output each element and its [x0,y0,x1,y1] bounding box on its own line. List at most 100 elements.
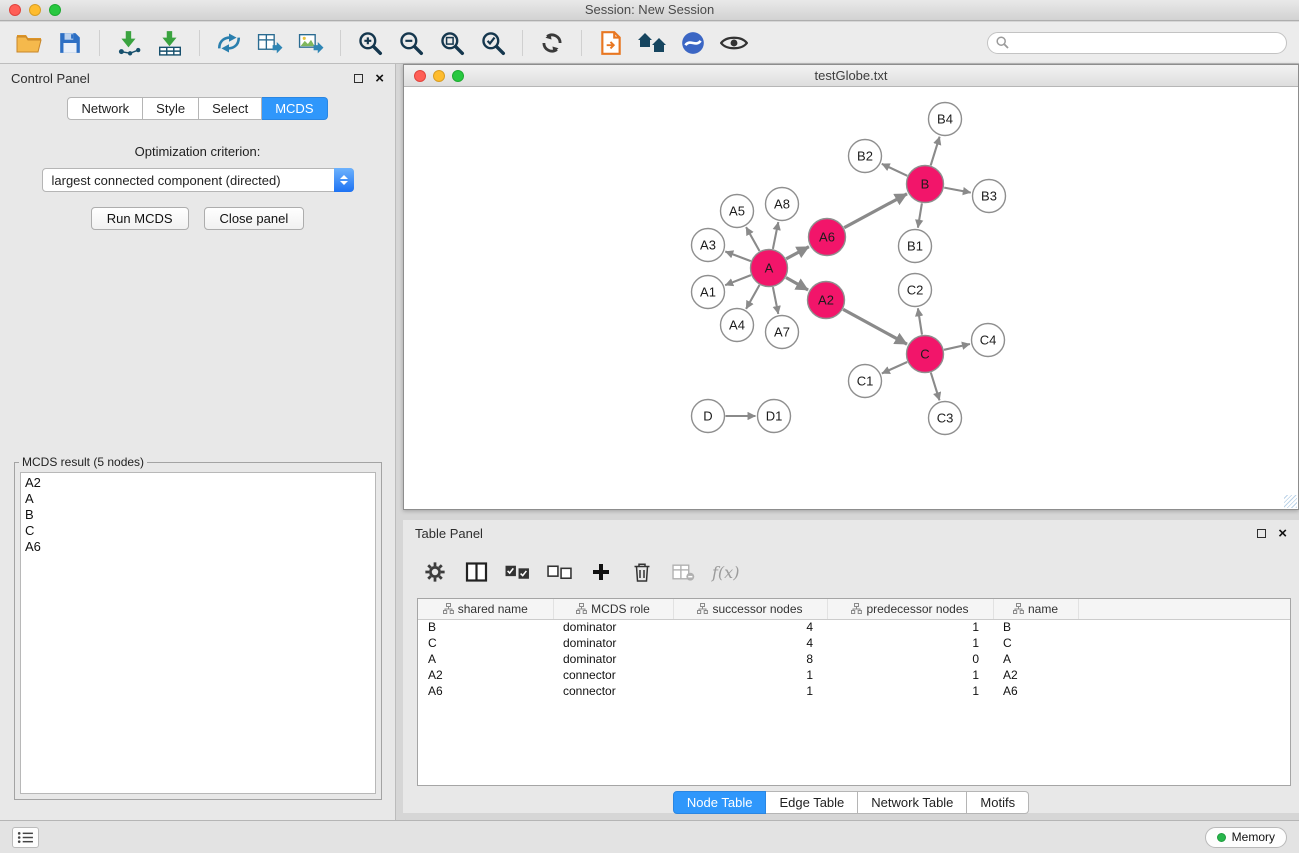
table-cell[interactable]: B [993,619,1078,635]
task-history-button[interactable] [12,827,39,848]
graph-node-D[interactable]: D [692,400,725,433]
graph-edge-A-A4[interactable] [746,285,759,309]
tab-network[interactable]: Network [67,97,143,120]
graph-edge-C-C4[interactable] [944,344,970,350]
table-row[interactable]: Adominator80A [418,651,1290,667]
table-row[interactable]: A6connector11A6 [418,683,1290,699]
graph-node-B3[interactable]: B3 [973,180,1006,213]
zoom-in-icon[interactable] [353,26,387,60]
table-cell[interactable]: 1 [673,683,827,699]
tab-edge-table[interactable]: Edge Table [766,791,858,814]
export-image-icon[interactable] [294,26,328,60]
table-row[interactable]: A2connector11A2 [418,667,1290,683]
graph-node-A3[interactable]: A3 [692,229,725,262]
diffusion-icon[interactable] [676,26,710,60]
import-network-icon[interactable] [112,26,146,60]
resize-grip[interactable] [1284,495,1297,508]
graph-node-A6[interactable]: A6 [809,219,846,256]
column-header-shared-name[interactable]: shared name [418,599,553,619]
graph-node-C3[interactable]: C3 [929,402,962,435]
minimize-window-button[interactable] [29,4,41,16]
graph-edge-C-C2[interactable] [918,308,922,334]
table-cell[interactable]: A2 [418,667,553,683]
table-cell[interactable]: dominator [553,635,673,651]
result-item[interactable]: A6 [25,539,371,555]
column-header-MCDS-role[interactable]: MCDS role [553,599,673,619]
table-cell[interactable]: 1 [673,667,827,683]
close-panel-icon[interactable]: × [375,71,384,86]
tab-mcds[interactable]: MCDS [262,97,327,120]
graph-node-A4[interactable]: A4 [721,309,754,342]
network-close-button[interactable] [414,70,426,82]
graph-node-C4[interactable]: C4 [972,324,1005,357]
graph-edge-B-B4[interactable] [931,137,940,166]
table-cell[interactable]: C [418,635,553,651]
table-cell[interactable]: dominator [553,651,673,667]
table-cell[interactable]: 8 [673,651,827,667]
graph-node-B2[interactable]: B2 [849,140,882,173]
node-table[interactable]: shared nameMCDS rolesuccessor nodesprede… [417,598,1291,786]
zoom-out-icon[interactable] [394,26,428,60]
graph-edge-A-A3[interactable] [725,252,751,262]
table-cell[interactable]: 1 [827,667,993,683]
graph-node-C[interactable]: C [907,336,944,373]
tab-motifs[interactable]: Motifs [967,791,1029,814]
tab-style[interactable]: Style [143,97,199,120]
export-network-icon[interactable] [212,26,246,60]
graph-edge-C-C3[interactable] [931,373,940,401]
table-cell[interactable]: A6 [418,683,553,699]
home-network-icon[interactable] [635,26,669,60]
search-box[interactable] [987,32,1287,54]
table-cell[interactable]: dominator [553,619,673,635]
gear-icon[interactable] [423,558,447,586]
table-cell[interactable]: A [993,651,1078,667]
graph-node-A1[interactable]: A1 [692,276,725,309]
graph-node-D1[interactable]: D1 [758,400,791,433]
zoom-selected-icon[interactable] [476,26,510,60]
table-cell[interactable]: A6 [993,683,1078,699]
graph-edge-C-C1[interactable] [882,362,907,373]
table-cell[interactable]: B [418,619,553,635]
graph-node-B1[interactable]: B1 [899,230,932,263]
graph-edge-A-A8[interactable] [773,222,778,249]
table-cell[interactable]: 0 [827,651,993,667]
float-table-panel-icon[interactable] [1257,529,1266,538]
column-header-predecessor-nodes[interactable]: predecessor nodes [827,599,993,619]
result-item[interactable]: C [25,523,371,539]
table-cell[interactable]: 1 [827,619,993,635]
result-item[interactable]: A2 [25,475,371,491]
table-cell[interactable]: 1 [827,635,993,651]
graph-edge-B-B3[interactable] [944,188,971,193]
table-cell[interactable]: connector [553,683,673,699]
tab-select[interactable]: Select [199,97,262,120]
graph-edge-A-A5[interactable] [746,227,759,251]
close-panel-button[interactable]: Close panel [204,207,305,230]
graph-edge-A2-C[interactable] [843,309,907,344]
graph-edge-A-A7[interactable] [773,287,778,314]
export-table-icon[interactable] [253,26,287,60]
graph-node-A7[interactable]: A7 [766,316,799,349]
run-mcds-button[interactable]: Run MCDS [91,207,189,230]
zoom-fit-icon[interactable] [435,26,469,60]
graph-edge-A-A6[interactable] [786,247,809,259]
eye-icon[interactable] [717,26,751,60]
float-panel-icon[interactable] [354,74,363,83]
open-file-icon[interactable] [12,26,46,60]
add-icon[interactable] [589,558,613,586]
refresh-icon[interactable] [535,26,569,60]
graph-node-B[interactable]: B [907,166,944,203]
save-session-icon[interactable] [53,26,87,60]
network-canvas[interactable]: AA1A2A3A4A5A6A7A8BB1B2B3B4CC1C2C3C4DD1 [404,87,1298,509]
graph-node-A[interactable]: A [751,250,788,287]
zoom-window-button[interactable] [49,4,61,16]
column-header-name[interactable]: name [993,599,1078,619]
ndex-document-icon[interactable] [594,26,628,60]
import-table-icon[interactable] [153,26,187,60]
close-table-panel-icon[interactable]: × [1278,526,1287,541]
graph-edge-B-B1[interactable] [918,203,922,227]
graph-node-C2[interactable]: C2 [899,274,932,307]
network-zoom-button[interactable] [452,70,464,82]
network-minimize-button[interactable] [433,70,445,82]
result-item[interactable]: A [25,491,371,507]
columns-icon[interactable] [464,558,488,586]
